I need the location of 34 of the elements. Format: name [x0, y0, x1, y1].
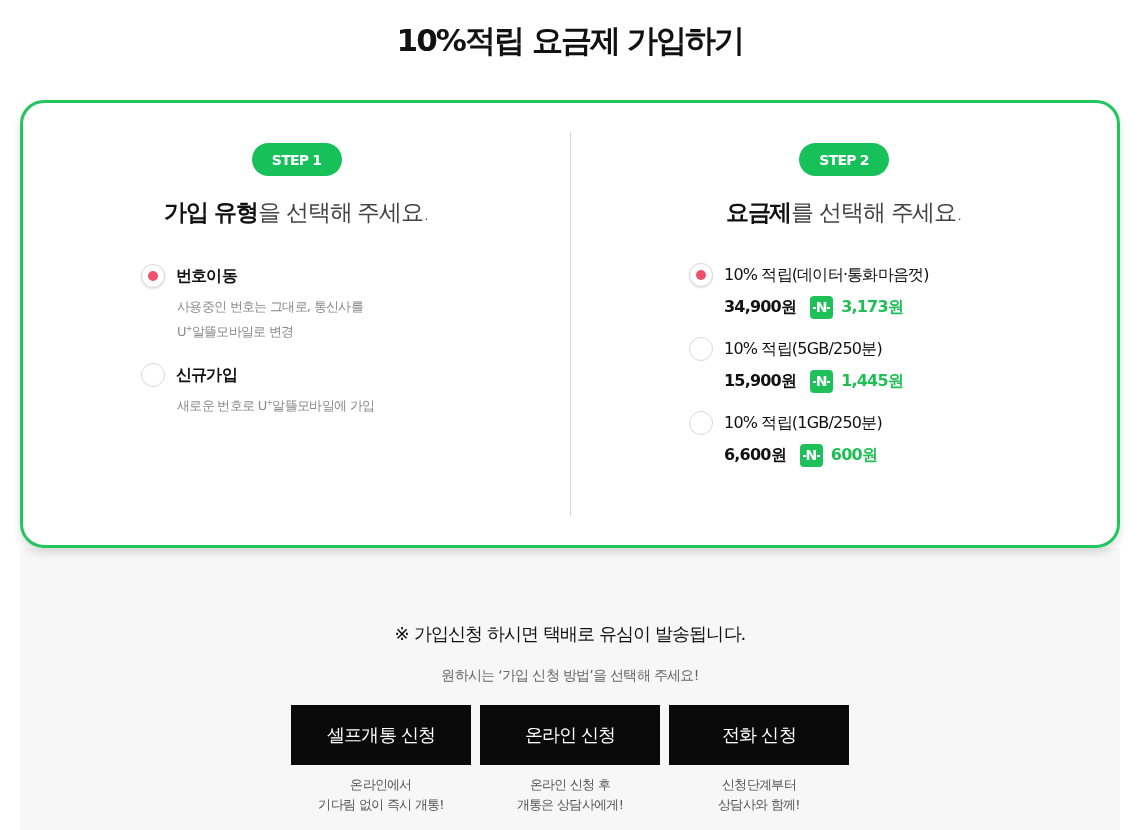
apply-method-button[interactable]: 셀프개통 신청: [291, 705, 471, 765]
instruction-text: 원하시는 ‘가입 신청 방법’을 선택해 주세요!: [441, 666, 699, 685]
radio-button[interactable]: [141, 264, 165, 288]
option-label: 신규가입: [176, 364, 237, 386]
method-caption: 온라인에서 기다림 없이 즉시 개통!: [318, 776, 444, 814]
option-label: 번호이동: [176, 265, 237, 287]
point-reward: 600원: [830, 444, 877, 466]
page-title: 10%적립 요금제 가입하기: [396, 21, 744, 60]
method-caption: 온라인 신청 후 개통은 상담사에게!: [516, 776, 624, 814]
apply-method-button[interactable]: 전화 신청: [669, 705, 849, 765]
radio-button[interactable]: [689, 411, 713, 435]
point-reward: 3,173원: [841, 296, 903, 318]
step-label: STEP 2: [799, 143, 889, 176]
point-logo: N: [810, 295, 834, 319]
option-label: 10% 적립(데이터·통화마음껏): [724, 264, 929, 286]
point-reward: 1,445원: [841, 370, 903, 392]
option-label: 10% 적립(1GB/250분): [724, 412, 882, 434]
radio-button[interactable]: [689, 337, 713, 361]
notice-text: ※ 가입신청 하시면 택배로 유심이 발송됩니다.: [394, 622, 746, 646]
point-logo: N: [799, 443, 823, 467]
method-caption: 신청단계부터 상담사와 함께!: [718, 776, 800, 814]
step-label: STEP 1: [251, 143, 342, 176]
apply-method-button[interactable]: 온라인 신청: [480, 705, 660, 765]
option-description: 사용중인 번호는 그대로, 통신사를 U$^{+}$알뜰모바일로 변경: [177, 298, 363, 341]
plan-price: 34,900원: [724, 296, 797, 318]
radio-button[interactable]: [141, 363, 165, 387]
point-logo: N: [810, 369, 834, 393]
step-heading: 요금제를 선택해 주세요.: [725, 198, 963, 227]
step-heading: 가입 유형을 선택해 주세요.: [164, 198, 429, 227]
option-description: 새로운 번호로 U$^{+}$알뜰모바일에 가입: [177, 396, 375, 415]
plan-price: 15,900원: [724, 370, 797, 392]
option-label: 10% 적립(5GB/250분): [724, 338, 882, 360]
plan-price: 6,600원: [724, 444, 786, 466]
radio-button[interactable]: [689, 263, 713, 287]
